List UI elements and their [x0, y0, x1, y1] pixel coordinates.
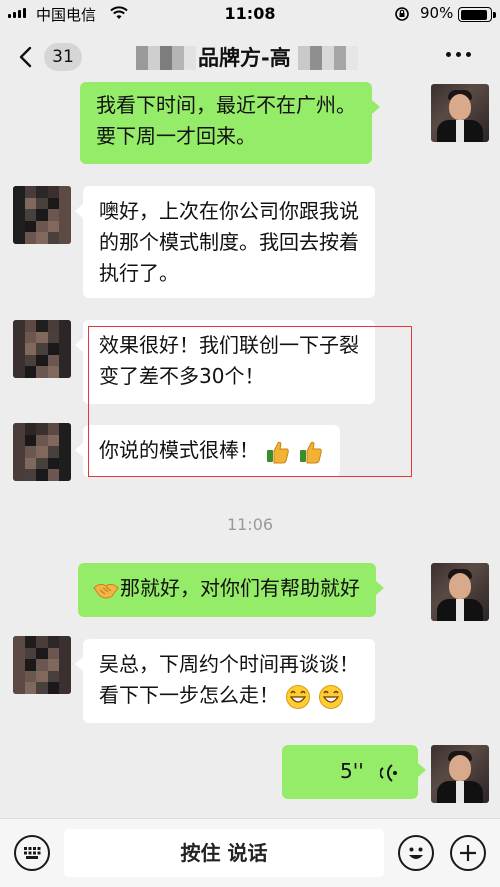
hold-to-talk-button[interactable]: 按住 说话 — [64, 829, 384, 877]
grinning-face-icon — [318, 684, 343, 709]
message-line: 噢好，上次在你公司你跟我说 — [99, 199, 359, 223]
message-bubble-incoming[interactable]: 吴总，下周约个时间再谈谈！ 看下下一步怎么走！ — [75, 639, 375, 723]
add-plus-icon — [460, 845, 476, 861]
avatar-contact[interactable] — [13, 423, 71, 481]
avatar-self[interactable] — [431, 745, 489, 803]
chevron-left-icon — [19, 46, 32, 68]
status-bar: 中国电信 11:08 90% — [0, 0, 500, 28]
message-bubble-outgoing[interactable]: 那就好，对你们有帮助就好 — [78, 563, 384, 617]
voice-message-bubble[interactable]: 5'' — [282, 745, 426, 799]
more-options-button[interactable] — [446, 52, 471, 57]
emoji-button[interactable] — [398, 835, 434, 871]
chat-header: 31 品牌方-高 — [0, 28, 500, 86]
message-text: 那就好，对你们有帮助就好 — [120, 576, 360, 600]
title-mosaic-left — [136, 46, 196, 70]
avatar-self[interactable] — [431, 563, 489, 621]
handshake-icon — [93, 583, 119, 598]
battery-icon — [458, 7, 496, 22]
unread-count-badge: 31 — [44, 43, 82, 71]
avatar-contact[interactable] — [13, 636, 71, 694]
voice-duration: 5'' — [340, 759, 364, 783]
orientation-lock-icon — [395, 7, 409, 21]
message-line: 吴总，下周约个时间再谈谈！ — [99, 652, 359, 676]
grinning-face-icon — [286, 684, 311, 709]
message-bubble-incoming[interactable]: 噢好，上次在你公司你跟我说 的那个模式制度。我回去按着 执行了。 — [75, 186, 375, 298]
message-line: 要下周一才回来。 — [96, 124, 256, 148]
message-line: 我看下时间，最近不在广州。 — [96, 93, 356, 117]
voice-wave-icon — [380, 763, 398, 782]
keyboard-icon — [24, 847, 41, 859]
emoji-face-icon — [409, 847, 423, 859]
message-bubble-outgoing[interactable]: 我看下时间，最近不在广州。 要下周一才回来。 — [80, 82, 380, 164]
keyboard-toggle-button[interactable] — [14, 835, 50, 871]
chat-title[interactable]: 品牌方-高 — [130, 42, 370, 72]
back-button[interactable]: 31 — [14, 40, 84, 74]
highlight-annotation-box — [88, 326, 412, 477]
message-line: 看下下一步怎么走！ — [99, 683, 279, 707]
message-line: 执行了。 — [99, 261, 179, 285]
avatar-contact[interactable] — [13, 320, 71, 378]
message-line: 的那个模式制度。我回去按着 — [99, 230, 359, 254]
add-button[interactable] — [450, 835, 486, 871]
battery-percent: 90% — [420, 4, 454, 22]
title-mosaic-right — [298, 46, 358, 70]
avatar-self[interactable] — [431, 84, 489, 142]
input-bar: 按住 说话 — [0, 818, 500, 887]
time-divider: 11:06 — [226, 515, 274, 534]
avatar-contact[interactable] — [13, 186, 71, 244]
chat-title-text: 品牌方-高 — [198, 46, 291, 70]
